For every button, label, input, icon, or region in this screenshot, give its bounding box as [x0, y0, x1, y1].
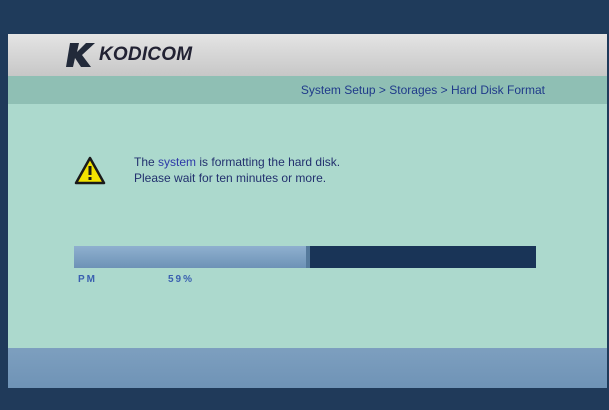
- brand-name: KODICOM: [99, 44, 193, 65]
- warning-triangle-icon: [74, 156, 106, 185]
- message-highlight: system: [158, 155, 197, 169]
- header-bar: KODICOM: [8, 34, 607, 77]
- format-screen: KODICOM System Setup > Storages > Hard D…: [0, 0, 609, 410]
- brand-logo: KODICOM: [66, 39, 192, 71]
- breadcrumb-bar: System Setup > Storages > Hard Disk Form…: [8, 76, 607, 104]
- progress-fill: [74, 246, 310, 268]
- kodicom-logo-icon: [66, 43, 95, 67]
- top-band: [0, 0, 609, 34]
- footer-band: [8, 348, 607, 388]
- message-line-2: Please wait for ten minutes or more.: [134, 171, 327, 185]
- progress-percent-label: 59%: [168, 274, 195, 285]
- breadcrumb: System Setup > Storages > Hard Disk Form…: [300, 83, 545, 97]
- content-panel: The system is formatting the hard disk. …: [8, 104, 607, 348]
- bottom-band: [0, 388, 609, 410]
- status-message: The system is formatting the hard disk. …: [134, 154, 340, 186]
- progress-left-label: PM: [78, 274, 97, 285]
- message-line-1: The system is formatting the hard disk.: [134, 155, 341, 169]
- format-progress-bar: [74, 246, 536, 268]
- progress-edge: [306, 246, 310, 268]
